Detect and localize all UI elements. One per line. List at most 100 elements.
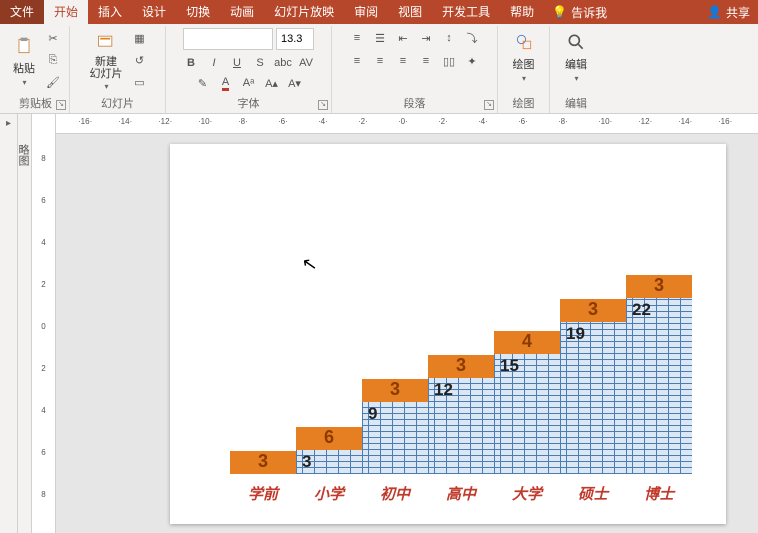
- brush-icon: 🖌: [46, 76, 60, 89]
- ruler-tick: ·4·: [478, 117, 488, 126]
- numbering-button[interactable]: ☰: [370, 28, 390, 48]
- tab-insert[interactable]: 插入: [88, 0, 132, 24]
- share-button[interactable]: 👤共享: [699, 4, 758, 21]
- bold-button[interactable]: B: [181, 53, 201, 73]
- group-slides: 新建 幻灯片▾ ▦ ↺ ▭ 幻灯片: [70, 26, 166, 113]
- group-editing: 编辑▾ 编辑: [550, 26, 602, 113]
- tab-animations[interactable]: 动画: [220, 0, 264, 24]
- group-label: 幻灯片: [70, 95, 165, 111]
- shadow-button[interactable]: abc: [273, 53, 293, 73]
- line-spacing-button[interactable]: ↕: [439, 28, 459, 48]
- ruler-tick: ·10·: [598, 117, 612, 126]
- indent-dec-button[interactable]: ⇤: [393, 28, 413, 48]
- chevron-down-icon: ▾: [22, 78, 26, 87]
- top-value-label: 3: [560, 299, 626, 320]
- strike-button[interactable]: S: [250, 53, 270, 73]
- lightbulb-icon: 💡: [552, 5, 567, 19]
- group-paragraph: ≡ ☰ ⇤ ⇥ ↕ ⤵ ≡ ≡ ≡ ≡ ▯▯ ✦ 段落 ↘: [332, 26, 498, 113]
- italic-button[interactable]: I: [204, 53, 224, 73]
- tab-review[interactable]: 审阅: [344, 0, 388, 24]
- ruler-tick: 6: [32, 448, 55, 457]
- grow-font-button[interactable]: A▴: [262, 73, 282, 93]
- copy-icon: ⎘: [49, 54, 58, 67]
- font-size-input[interactable]: [276, 28, 314, 50]
- category-label: 大学: [494, 483, 560, 504]
- tab-slideshow[interactable]: 幻灯片放映: [264, 0, 344, 24]
- text-dir-button[interactable]: ⤵: [462, 28, 482, 48]
- tab-transitions[interactable]: 切换: [176, 0, 220, 24]
- base-value-label: 19: [566, 324, 585, 344]
- spacing-button[interactable]: AV: [296, 53, 316, 73]
- group-label: 字体: [166, 95, 331, 111]
- reset-icon: ↺: [135, 54, 144, 67]
- share-icon: 👤: [707, 5, 722, 19]
- find-icon: [564, 30, 588, 54]
- group-drawing: 绘图▾ 绘图: [498, 26, 550, 113]
- ruler-tick: ·2·: [358, 117, 368, 126]
- ruler-tick: ·10·: [198, 117, 212, 126]
- ruler-tick: 2: [32, 364, 55, 373]
- tab-file[interactable]: 文件: [0, 0, 44, 24]
- clear-format-button[interactable]: Aᵃ: [239, 73, 259, 93]
- cut-button[interactable]: ✂: [43, 28, 63, 48]
- dialog-launcher[interactable]: ↘: [484, 100, 494, 110]
- columns-button[interactable]: ▯▯: [439, 51, 459, 71]
- drawing-button[interactable]: 绘图▾: [508, 28, 540, 85]
- ruler-tick: ·6·: [518, 117, 528, 126]
- indent-inc-button[interactable]: ⇥: [416, 28, 436, 48]
- ruler-tick: ·8·: [238, 117, 248, 126]
- chevron-down-icon: ▾: [574, 74, 578, 83]
- tell-me-button[interactable]: 💡告诉我: [544, 4, 615, 21]
- format-painter-button[interactable]: 🖌: [43, 72, 63, 92]
- bullets-button[interactable]: ≡: [347, 28, 367, 48]
- tab-design[interactable]: 设计: [132, 0, 176, 24]
- copy-button[interactable]: ⎘: [43, 50, 63, 70]
- shrink-font-button[interactable]: A▾: [285, 73, 305, 93]
- tab-developer[interactable]: 开发工具: [432, 0, 500, 24]
- layout-button[interactable]: ▦: [130, 29, 150, 49]
- font-color-button[interactable]: A: [216, 73, 236, 93]
- category-label: 博士: [626, 483, 692, 504]
- top-value-label: 4: [494, 331, 560, 352]
- new-slide-button[interactable]: 新建 幻灯片▾: [86, 28, 127, 93]
- category-label: 学前: [230, 483, 296, 504]
- dialog-launcher[interactable]: ↘: [56, 100, 66, 110]
- vertical-ruler: 864202468: [32, 114, 56, 533]
- slide-stage: ·16··14··12··10··8··6··4··2··0··2··4··6·…: [56, 114, 758, 533]
- category-label: 硕士: [560, 483, 626, 504]
- align-center-button[interactable]: ≡: [370, 51, 390, 71]
- highlight-button[interactable]: ✎: [193, 73, 213, 93]
- justify-button[interactable]: ≡: [416, 51, 436, 71]
- align-left-button[interactable]: ≡: [347, 51, 367, 71]
- section-button[interactable]: ▭: [130, 73, 150, 93]
- slide-canvas[interactable]: 33693123154193223 学前小学初中高中大学硕士博士: [170, 144, 726, 524]
- highlight-icon: ✎: [198, 77, 207, 90]
- category-label: 初中: [362, 483, 428, 504]
- tab-help[interactable]: 帮助: [500, 0, 544, 24]
- title-bar: 文件 开始 插入 设计 切换 动画 幻灯片放映 审阅 视图 开发工具 帮助 💡告…: [0, 0, 758, 24]
- font-name-input[interactable]: [183, 28, 273, 50]
- stair-chart: 33693123154193223 学前小学初中高中大学硕士博士: [230, 224, 720, 504]
- layout-icon: ▦: [134, 32, 144, 45]
- paste-button[interactable]: 粘贴▾: [8, 32, 40, 89]
- base-value-label: 12: [434, 380, 453, 400]
- tab-home[interactable]: 开始: [44, 0, 88, 24]
- top-value-label: 3: [230, 451, 296, 472]
- tab-view[interactable]: 视图: [388, 0, 432, 24]
- panel-collapse[interactable]: ▸: [0, 114, 18, 533]
- ruler-tick: ·14·: [118, 117, 132, 126]
- editing-button[interactable]: 编辑▾: [560, 28, 592, 85]
- dialog-launcher[interactable]: ↘: [318, 100, 328, 110]
- smartart-button[interactable]: ✦: [462, 51, 482, 71]
- category-label: 高中: [428, 483, 494, 504]
- underline-button[interactable]: U: [227, 53, 247, 73]
- group-font: B I U S abc AV ✎ A Aᵃ A▴ A▾ 字体 ↘: [166, 26, 332, 113]
- ruler-tick: 6: [32, 196, 55, 205]
- base-value-label: 3: [302, 452, 311, 472]
- align-right-button[interactable]: ≡: [393, 51, 413, 71]
- outline-tab[interactable]: 略图: [18, 114, 32, 533]
- ruler-tick: ·12·: [158, 117, 172, 126]
- top-value-label: 3: [626, 275, 692, 296]
- category-label: 小学: [296, 483, 362, 504]
- reset-button[interactable]: ↺: [130, 51, 150, 71]
